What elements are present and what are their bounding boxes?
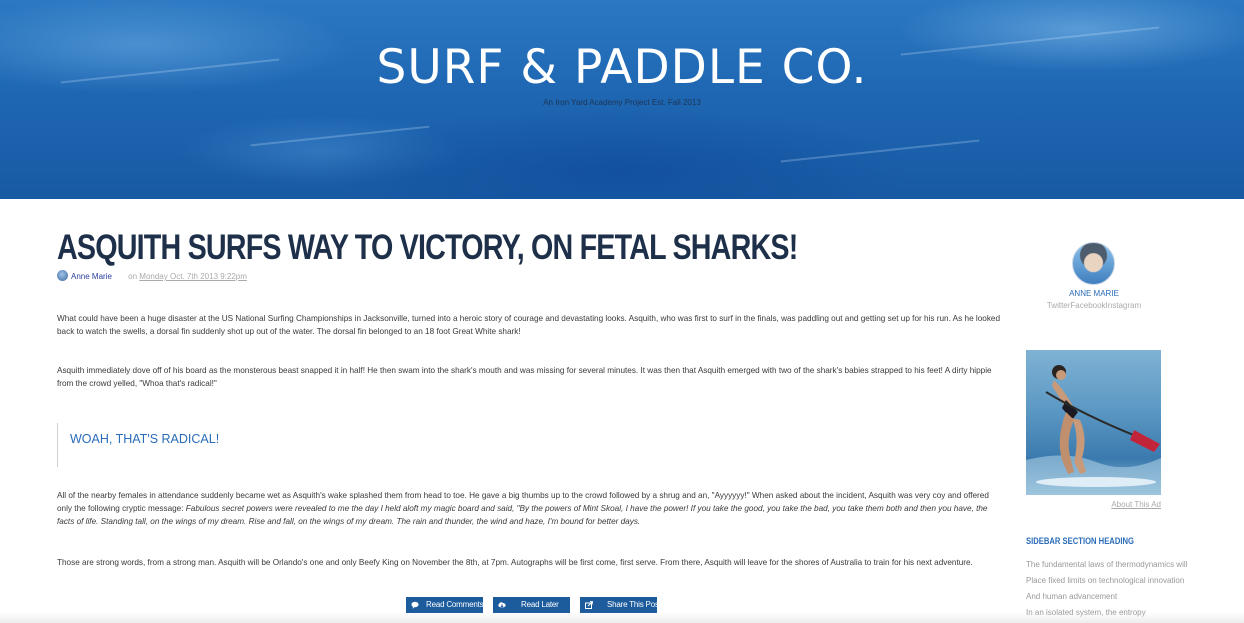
cryptic-message: Fabulous secret powers were revealed to … xyxy=(57,504,988,526)
share-post-label: Share This Post xyxy=(607,600,661,609)
paddleboarder-photo xyxy=(1026,365,1161,495)
author-link[interactable]: Anne Marie xyxy=(71,272,112,281)
read-comments-button[interactable]: Read Comments xyxy=(406,597,484,613)
wave-streak xyxy=(780,139,980,163)
sidebar-section-heading: SIDEBAR SECTION HEADING xyxy=(1026,536,1134,546)
post-date-link[interactable]: Monday Oct. 7th 2013 9:22pm xyxy=(139,272,247,281)
sidebar-line: And human advancement xyxy=(1026,592,1118,601)
post-meta: Anne Marie on Monday Oct. 7th 2013 9:22p… xyxy=(57,270,247,281)
share-box-icon xyxy=(585,601,593,609)
speech-bubble-icon xyxy=(411,601,419,609)
sidebar-line: The fundamental laws of thermodynamics w… xyxy=(1026,560,1188,569)
pull-quote-text: WOAH, THAT'S RADICAL! xyxy=(70,432,220,446)
post-paragraph-4: Those are strong words, from a strong ma… xyxy=(57,558,973,567)
post-title[interactable]: ASQUITH SURFS WAY TO VICTORY, ON FETAL S… xyxy=(57,228,834,268)
read-comments-label: Read Comments xyxy=(426,600,484,609)
post-paragraph-3: All of the nearby females in attendance … xyxy=(57,489,1005,528)
pull-quote: WOAH, THAT'S RADICAL! xyxy=(57,423,1005,467)
cloud-download-icon xyxy=(498,602,506,608)
author-profile-photo[interactable] xyxy=(1072,242,1115,285)
author-avatar xyxy=(57,270,68,281)
wave-streak xyxy=(250,125,430,147)
site-title[interactable]: SURF & PADDLE CO. xyxy=(0,40,1244,95)
sidebar-line: Place fixed limits on technological inno… xyxy=(1026,576,1185,585)
hero-banner: SURF & PADDLE CO. An Iron Yard Academy P… xyxy=(0,0,1244,199)
site-tagline: An Iron Yard Academy Project Est. Fall 2… xyxy=(543,98,701,107)
social-links[interactable]: TwitterFacebookInstagram xyxy=(1026,301,1162,310)
read-later-button[interactable]: Read Later xyxy=(493,597,570,613)
bottom-shadow xyxy=(0,612,1244,623)
share-post-button[interactable]: Share This Post xyxy=(580,597,661,613)
blog-post: ASQUITH SURFS WAY TO VICTORY, ON FETAL S… xyxy=(57,228,1005,567)
about-this-ad-link[interactable]: About This Ad xyxy=(1026,500,1161,509)
on-label: on xyxy=(128,272,138,281)
read-later-label: Read Later xyxy=(521,600,559,609)
profile-name[interactable]: ANNE MARIE xyxy=(1026,289,1162,298)
post-paragraph-2: Asquith immediately dove off of his boar… xyxy=(57,366,992,388)
post-paragraph-1: What could have been a huge disaster at … xyxy=(57,314,1001,336)
ad-image[interactable] xyxy=(1026,350,1161,495)
